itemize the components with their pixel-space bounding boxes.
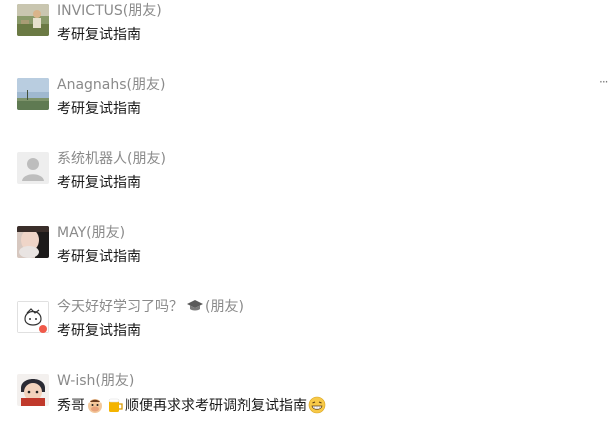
contact-name: W-ish(朋友) — [57, 373, 135, 389]
beer-emoji-icon — [106, 396, 124, 414]
message-text: 考研复试指南 — [57, 249, 141, 265]
message-text: 考研复试指南 — [57, 101, 141, 117]
cow-face-emoji-icon — [86, 396, 104, 414]
contact-name: 系统机器人(朋友) — [57, 151, 166, 167]
list-item[interactable]: INVICTUS(朋友) 考研复试指南 — [0, 0, 611, 60]
message-text: 考研复试指南 — [57, 323, 141, 339]
list-item[interactable]: 今天好好学习了吗？ (朋友) 考研复试指南 — [0, 296, 611, 356]
list-item[interactable]: MAY(朋友) 考研复试指南 — [0, 222, 611, 282]
list-item[interactable]: W-ish(朋友) 秀哥 顺便再求求考研调剂复试指南 — [0, 370, 611, 421]
avatar[interactable] — [17, 78, 49, 110]
avatar[interactable] — [17, 301, 49, 333]
contact-name-part: 今天好好学习了吗？ — [57, 299, 183, 315]
contact-name-suffix: (朋友) — [205, 299, 244, 315]
list-item[interactable]: 系统机器人(朋友) 考研复试指南 — [0, 148, 611, 208]
contact-name: 今天好好学习了吗？ (朋友) — [57, 298, 244, 316]
more-dots-icon[interactable]: ··· — [599, 76, 611, 88]
contact-name: INVICTUS(朋友) — [57, 3, 162, 19]
avatar-default-gray-icon — [17, 152, 49, 184]
graduation-cap-icon — [187, 299, 203, 313]
contact-name: Anagnahs(朋友) — [57, 77, 166, 93]
avatar-girl-photo-icon — [17, 226, 49, 258]
list-item[interactable]: Anagnahs(朋友) 考研复试指南 — [0, 74, 611, 134]
message-text: 秀哥 顺便再求求考研调剂复试指南 — [57, 396, 327, 415]
avatar-sky-field-icon — [17, 78, 49, 110]
message-list: INVICTUS(朋友) 考研复试指南 Anagnahs(朋友) 考研复试指南 … — [0, 0, 611, 421]
avatar-anime-character-icon — [17, 374, 49, 406]
message-text-part: 顺便再求求考研调剂复试指南 — [125, 398, 307, 414]
message-text-part: 秀哥 — [57, 398, 85, 414]
avatar[interactable] — [17, 226, 49, 258]
message-text: 考研复试指南 — [57, 175, 141, 191]
avatar-sketch-drawing-icon — [17, 301, 49, 333]
contact-name: MAY(朋友) — [57, 225, 126, 241]
avatar[interactable] — [17, 374, 49, 406]
grin-emoji-icon — [308, 396, 326, 414]
avatar-person-outdoor-icon — [17, 4, 49, 36]
message-text: 考研复试指南 — [57, 27, 141, 43]
avatar[interactable] — [17, 152, 49, 184]
avatar[interactable] — [17, 4, 49, 36]
